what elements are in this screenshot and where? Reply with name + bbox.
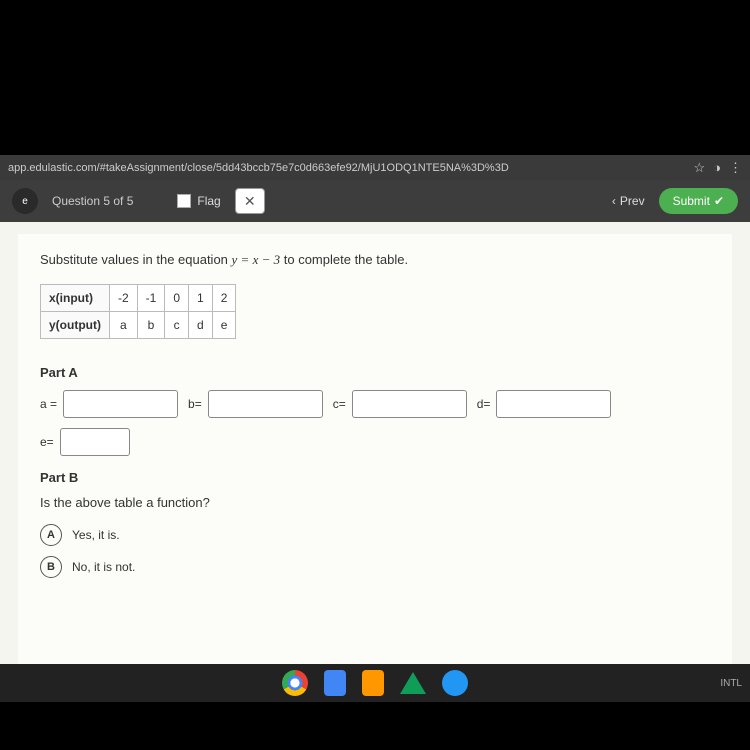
part-b-label: Part B xyxy=(40,470,710,485)
choice-text-a: Yes, it is. xyxy=(72,528,120,542)
submit-button[interactable]: Submit ✔ xyxy=(659,188,738,214)
url-text: app.edulastic.com/#takeAssignment/close/… xyxy=(8,162,509,174)
intl-indicator[interactable]: INTL xyxy=(720,678,742,689)
part-a-inputs-row1: a = b= c= d= xyxy=(40,390,710,418)
drive-icon[interactable] xyxy=(400,672,426,694)
row-label-x: x(input) xyxy=(41,285,110,312)
equation-text: y = x − 3 xyxy=(232,252,281,267)
answer-input-e[interactable] xyxy=(60,428,130,456)
app-logo-icon[interactable]: e xyxy=(12,188,38,214)
star-icon[interactable]: ☆ xyxy=(693,160,705,176)
choice-letter-b[interactable]: B xyxy=(40,556,62,578)
choice-letter-a[interactable]: A xyxy=(40,524,62,546)
question-counter: Question 5 of 5 xyxy=(52,194,133,208)
chevron-left-icon: ‹ xyxy=(612,194,616,208)
field-label-a: a = xyxy=(40,397,57,411)
table-cell: -2 xyxy=(109,285,137,312)
question-card: Substitute values in the equation y = x … xyxy=(18,234,732,672)
menu-icon[interactable]: ⋮ xyxy=(729,160,742,176)
extension-icon[interactable]: ◑ xyxy=(713,160,721,175)
slides-icon[interactable] xyxy=(362,670,384,696)
table-cell: 1 xyxy=(189,285,213,312)
content-area: Substitute values in the equation y = x … xyxy=(0,222,750,672)
instruction-post: to complete the table. xyxy=(284,252,408,267)
submit-label: Submit xyxy=(673,194,710,208)
table-cell: 0 xyxy=(165,285,189,312)
table-cell: e xyxy=(212,312,236,339)
instruction-text: Substitute values in the equation y = x … xyxy=(40,252,710,268)
flag-toggle[interactable]: Flag xyxy=(177,194,220,208)
flag-label: Flag xyxy=(197,194,220,208)
field-label-b: b= xyxy=(188,397,202,411)
choice-text-b: No, it is not. xyxy=(72,560,135,574)
choice-b[interactable]: B No, it is not. xyxy=(40,556,710,578)
docs-icon[interactable] xyxy=(324,670,346,696)
table-cell: -1 xyxy=(137,285,165,312)
answer-input-c[interactable] xyxy=(352,390,467,418)
table-cell: a xyxy=(109,312,137,339)
close-button[interactable]: ✕ xyxy=(235,188,265,214)
prev-button[interactable]: ‹ Prev xyxy=(612,194,645,208)
prev-label: Prev xyxy=(620,194,645,208)
table-row: x(input) -2 -1 0 1 2 xyxy=(41,285,236,312)
browser-address-bar: app.edulastic.com/#takeAssignment/close/… xyxy=(0,155,750,180)
part-a-inputs-row2: e= xyxy=(40,428,710,456)
flag-checkbox-icon[interactable] xyxy=(177,194,191,208)
choice-a[interactable]: A Yes, it is. xyxy=(40,524,710,546)
field-label-c: c= xyxy=(333,397,346,411)
row-label-y: y(output) xyxy=(41,312,110,339)
answer-input-a[interactable] xyxy=(63,390,178,418)
table-cell: b xyxy=(137,312,165,339)
answer-input-b[interactable] xyxy=(208,390,323,418)
chrome-icon[interactable] xyxy=(282,670,308,696)
check-icon: ✔ xyxy=(714,194,724,208)
part-b-question: Is the above table a function? xyxy=(40,495,710,510)
table-row: y(output) a b c d e xyxy=(41,312,236,339)
app-header: e Question 5 of 5 Flag ✕ ‹ Prev Submit ✔ xyxy=(0,180,750,222)
field-label-e: e= xyxy=(40,435,54,449)
table-cell: 2 xyxy=(212,285,236,312)
data-table: x(input) -2 -1 0 1 2 y(output) a b c d e xyxy=(40,284,236,339)
app-icon[interactable] xyxy=(442,670,468,696)
field-label-d: d= xyxy=(477,397,491,411)
chrome-os-shelf: INTL xyxy=(0,664,750,702)
answer-input-d[interactable] xyxy=(496,390,611,418)
table-cell: c xyxy=(165,312,189,339)
part-a-label: Part A xyxy=(40,365,710,380)
close-icon: ✕ xyxy=(244,193,256,210)
table-cell: d xyxy=(189,312,213,339)
instruction-pre: Substitute values in the equation xyxy=(40,252,232,267)
